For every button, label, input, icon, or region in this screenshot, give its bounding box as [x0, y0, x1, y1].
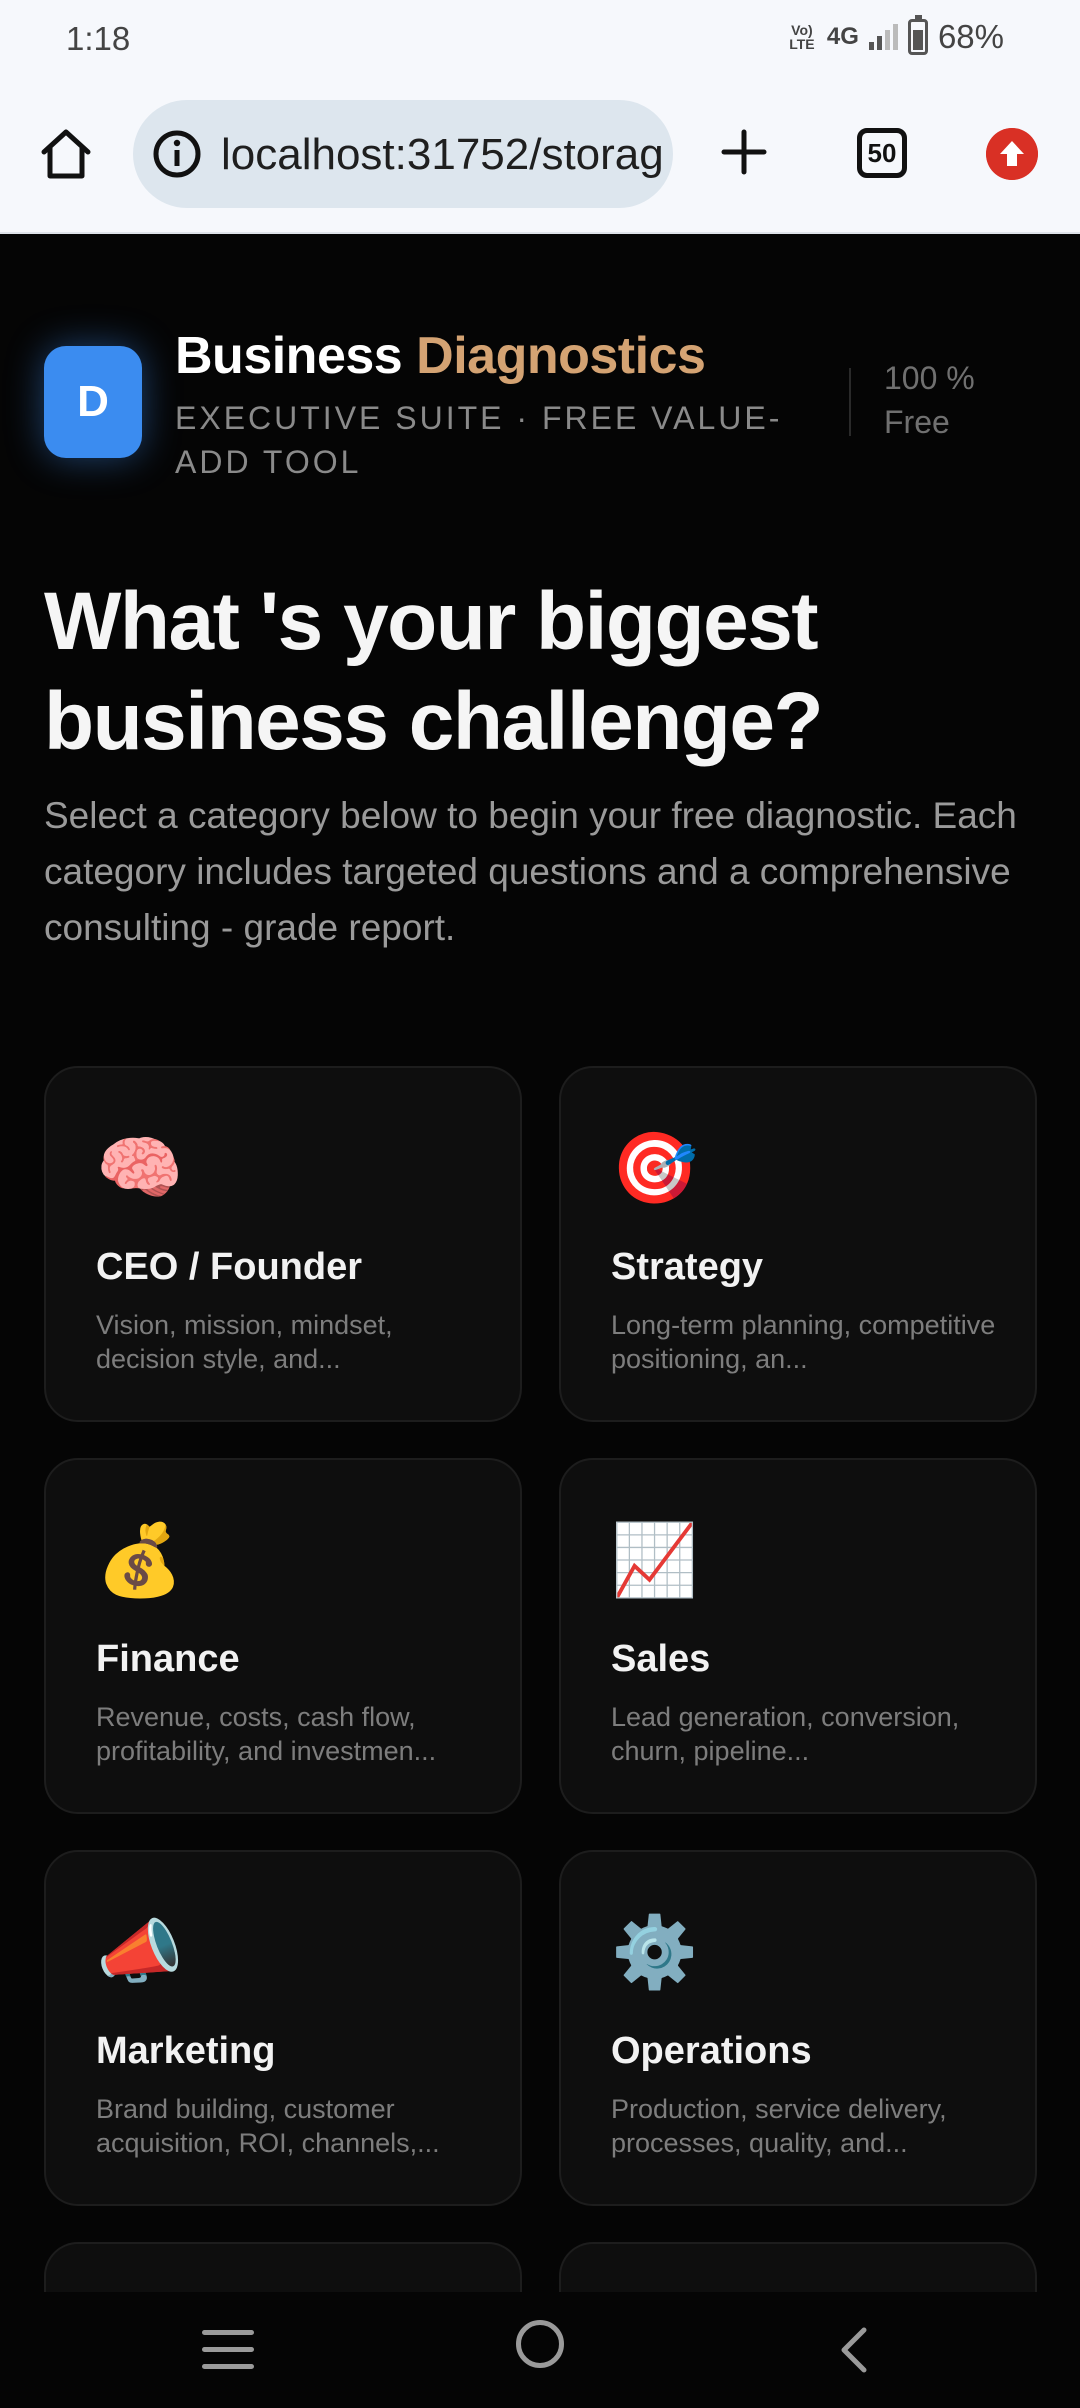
page-headline: What 's your biggest business challenge?: [44, 576, 824, 767]
network-type: 4G: [826, 23, 859, 50]
category-title: CEO / Founder: [96, 1246, 362, 1288]
brand-title-accent: Diagnostics: [416, 327, 706, 385]
battery-icon: [907, 15, 928, 55]
category-card-marketing[interactable]: 📣 Marketing Brand building, customer acq…: [44, 1850, 522, 2206]
free-badge-percent: 100 %: [884, 360, 975, 396]
brand-title-main: Business: [175, 327, 417, 385]
address-bar[interactable]: localhost:31752/storage: [133, 100, 673, 208]
category-description: Lead generation, conversion, churn, pipe…: [611, 1702, 960, 1766]
free-badge: 100 % Free: [884, 356, 975, 444]
category-card-sales[interactable]: 📈 Sales Lead generation, conversion, chu…: [559, 1458, 1037, 1814]
header-divider: [849, 368, 851, 436]
volte-icon: Vo) LTE: [789, 22, 815, 52]
brand-title: Business Diagnostics: [175, 326, 845, 386]
brain-icon: 🧠: [96, 1129, 184, 1207]
url-text[interactable]: localhost:31752/storage: [221, 130, 661, 180]
category-description: Long-term planning, competitive position…: [611, 1310, 996, 1374]
category-title: Strategy: [611, 1246, 764, 1288]
recents-icon[interactable]: [202, 2330, 254, 2370]
category-description: Production, service delivery, processes,…: [611, 2094, 947, 2158]
target-icon: 🎯: [611, 1129, 699, 1207]
category-card-partial[interactable]: [559, 2242, 1037, 2292]
money-bag-icon: 💰: [96, 1521, 184, 1599]
info-icon[interactable]: [151, 128, 203, 180]
category-grid: 🧠 CEO / Founder Vision, mission, mindset…: [44, 1066, 1037, 2292]
free-badge-label: Free: [884, 404, 950, 440]
page-intro: Select a category below to begin your fr…: [44, 795, 1017, 948]
category-description: Brand building, customer acquisition, RO…: [96, 2094, 440, 2158]
category-card-finance[interactable]: 💰 Finance Revenue, costs, cash flow, pro…: [44, 1458, 522, 1814]
system-nav-bar: [0, 2292, 1080, 2408]
back-icon[interactable]: [834, 2324, 874, 2376]
app-content: D Business Diagnostics EXECUTIVE SUITE ·…: [0, 236, 1080, 2292]
home-icon[interactable]: [36, 124, 96, 184]
category-title: Sales: [611, 1638, 711, 1680]
home-nav-icon[interactable]: [516, 2320, 564, 2368]
category-title: Finance: [96, 1638, 240, 1680]
category-description: Revenue, costs, cash flow, profitability…: [96, 1702, 437, 1766]
gear-icon: ⚙️: [611, 1913, 699, 1991]
category-card-ceo-founder[interactable]: 🧠 CEO / Founder Vision, mission, mindset…: [44, 1066, 522, 1422]
category-card-strategy[interactable]: 🎯 Strategy Long-term planning, competiti…: [559, 1066, 1037, 1422]
battery-level: 68%: [937, 18, 1004, 55]
chart-up-icon: 📈: [611, 1521, 699, 1599]
app-logo: D: [44, 346, 142, 458]
category-card-operations[interactable]: ⚙️ Operations Production, service delive…: [559, 1850, 1037, 2206]
brand-subtitle: EXECUTIVE SUITE · FREE VALUE-ADD TOOL: [175, 400, 783, 480]
tabs-button[interactable]: 50: [857, 128, 907, 178]
plus-icon[interactable]: [714, 122, 774, 182]
status-icons: Vo) LTE 4G 68%: [787, 15, 1004, 56]
browser-toolbar: localhost:31752/storage 50: [0, 78, 1080, 234]
status-time: 1:18: [66, 20, 131, 57]
signal-icon: [868, 24, 898, 50]
category-description: Vision, mission, mindset, decision style…: [96, 1310, 393, 1374]
category-title: Operations: [611, 2030, 812, 2072]
update-icon[interactable]: [986, 128, 1038, 180]
brand: Business Diagnostics EXECUTIVE SUITE · F…: [175, 326, 845, 484]
megaphone-icon: 📣: [96, 1913, 184, 1991]
category-card-partial[interactable]: [44, 2242, 522, 2292]
category-title: Marketing: [96, 2030, 276, 2072]
status-bar: 1:18 Vo) LTE 4G 68%: [0, 0, 1080, 78]
